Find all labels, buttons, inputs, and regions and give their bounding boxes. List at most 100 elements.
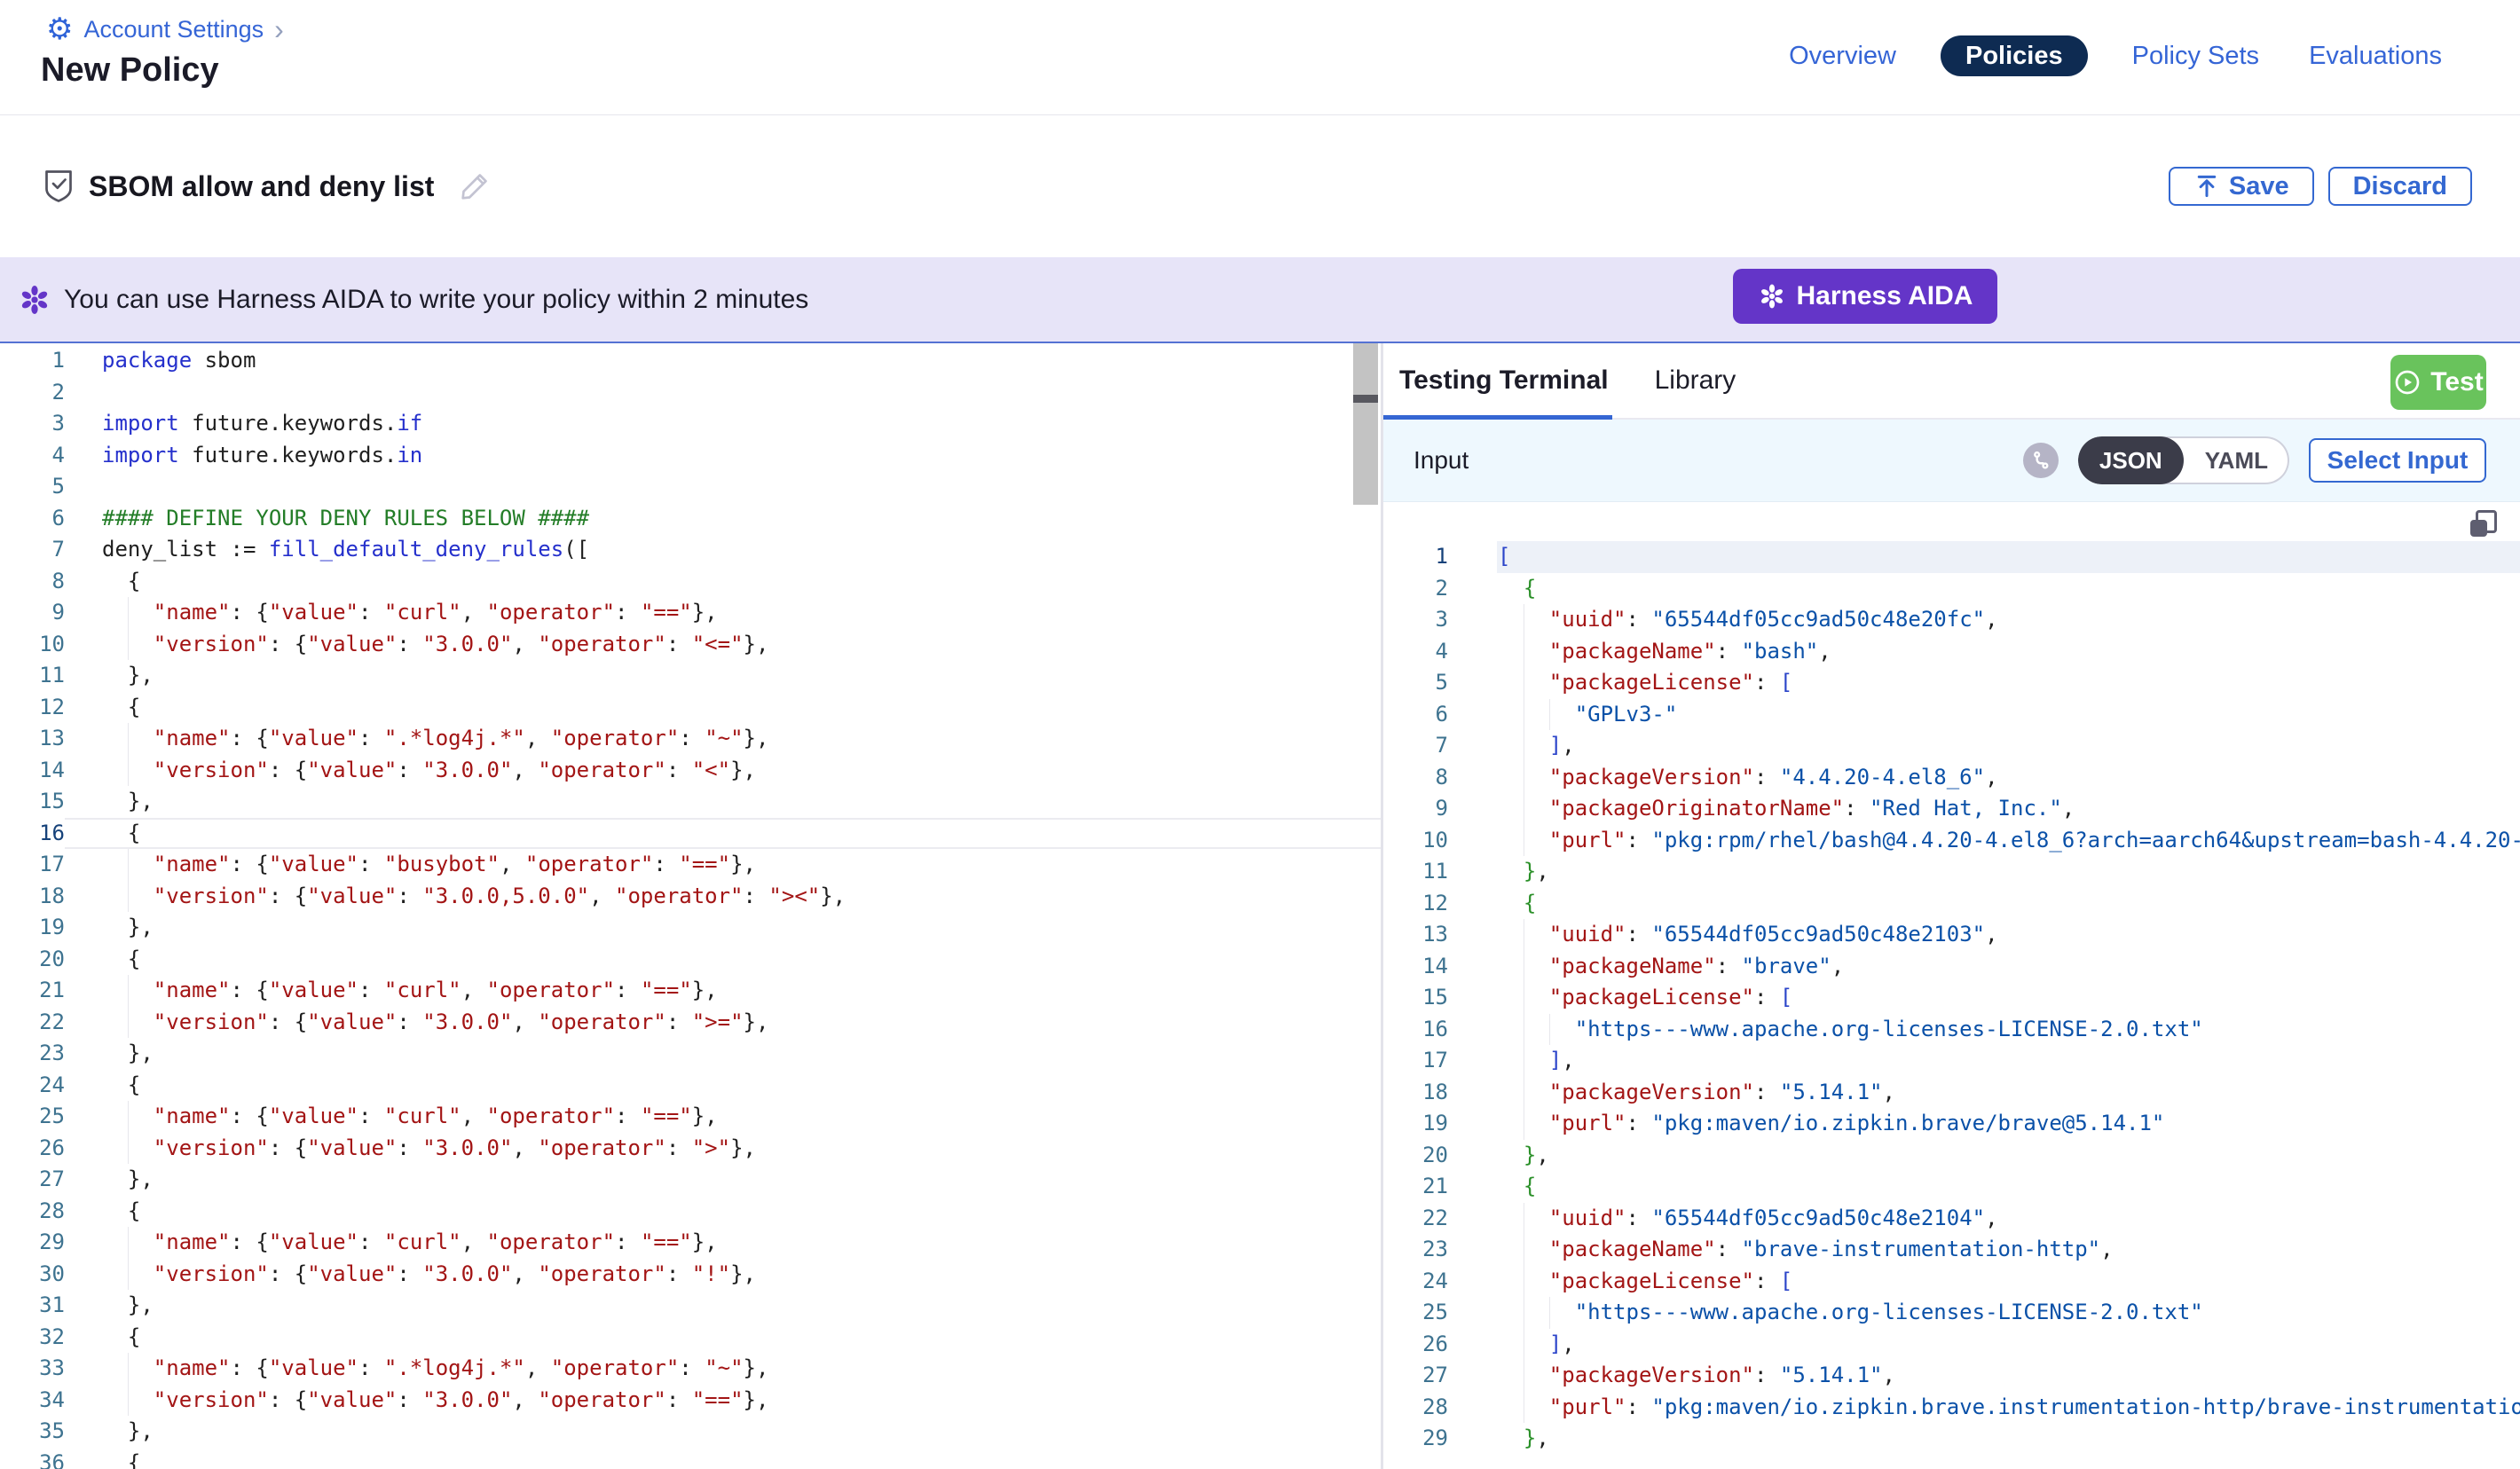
code-line-8[interactable]: 8 { [0,566,1381,598]
testing-tabs: Testing Terminal Library Test [1383,343,2520,420]
code-line-24[interactable]: 24 { [0,1070,1381,1102]
json-line-5[interactable]: 5 "packageLicense": [ [1383,667,2520,699]
code-line-25[interactable]: 25 "name": {"value": "curl", "operator":… [0,1101,1381,1133]
code-line-32[interactable]: 32 { [0,1322,1381,1354]
json-line-3[interactable]: 3 "uuid": "65544df05cc9ad50c48e20fc", [1383,604,2520,636]
code-line-13[interactable]: 13 "name": {"value": ".*log4j.*", "opera… [0,723,1381,755]
code-line-14[interactable]: 14 "version": {"value": "3.0.0", "operat… [0,755,1381,787]
json-line-9[interactable]: 9 "packageOriginatorName": "Red Hat, Inc… [1383,793,2520,825]
edit-pencil-icon[interactable] [457,169,492,204]
code-line-35[interactable]: 35 }, [0,1416,1381,1448]
json-line-17[interactable]: 17 ], [1383,1045,2520,1077]
code-line-7[interactable]: 7deny_list := fill_default_deny_rules([ [0,534,1381,566]
line-number: 4 [0,440,65,472]
line-number: 29 [1383,1423,1448,1455]
code-line-9[interactable]: 9 "name": {"value": "curl", "operator": … [0,597,1381,629]
line-number: 13 [0,723,65,755]
line-number: 27 [1383,1360,1448,1392]
code-line-11[interactable]: 11 }, [0,660,1381,692]
nav-tab-policies[interactable]: Policies [1941,35,2088,76]
json-line-10[interactable]: 10 "purl": "pkg:rpm/rhel/bash@4.4.20-4.e… [1383,825,2520,857]
format-toggle-yaml[interactable]: YAML [2184,436,2289,484]
code-line-16[interactable]: 16 { [0,818,1381,850]
json-line-21[interactable]: 21 { [1383,1171,2520,1203]
json-line-7[interactable]: 7 ], [1383,730,2520,762]
json-line-27[interactable]: 27 "packageVersion": "5.14.1", [1383,1360,2520,1392]
select-input-button[interactable]: Select Input [2309,438,2486,483]
copy-icon[interactable] [2470,510,2497,537]
code-line-34[interactable]: 34 "version": {"value": "3.0.0", "operat… [0,1385,1381,1417]
save-button[interactable]: Save [2169,167,2314,206]
code-line-26[interactable]: 26 "version": {"value": "3.0.0", "operat… [0,1133,1381,1165]
breadcrumb-account-settings-link[interactable]: Account Settings [83,16,264,43]
json-line-13[interactable]: 13 "uuid": "65544df05cc9ad50c48e2103", [1383,919,2520,951]
code-line-2[interactable]: 2 [0,377,1381,409]
json-line-2[interactable]: 2 { [1383,573,2520,605]
nav-tab-policy-sets[interactable]: Policy Sets [2127,42,2264,71]
code-line-6[interactable]: 6#### DEFINE YOUR DENY RULES BELOW #### [0,503,1381,535]
account-settings-gear-icon[interactable]: ⚙ [46,14,73,44]
line-number: 16 [1383,1014,1448,1046]
json-line-20[interactable]: 20 }, [1383,1140,2520,1172]
json-line-24[interactable]: 24 "packageLicense": [ [1383,1266,2520,1298]
code-line-28[interactable]: 28 { [0,1196,1381,1228]
json-line-11[interactable]: 11 }, [1383,856,2520,888]
code-line-22[interactable]: 22 "version": {"value": "3.0.0", "operat… [0,1007,1381,1039]
json-line-15[interactable]: 15 "packageLicense": [ [1383,982,2520,1014]
code-line-5[interactable]: 5 [0,471,1381,503]
json-line-23[interactable]: 23 "packageName": "brave-instrumentation… [1383,1234,2520,1266]
line-number: 20 [0,944,65,976]
json-line-19[interactable]: 19 "purl": "pkg:maven/io.zipkin.brave/br… [1383,1108,2520,1140]
json-line-25[interactable]: 25 "https---www.apache.org-licenses-LICE… [1383,1297,2520,1329]
json-line-16[interactable]: 16 "https---www.apache.org-licenses-LICE… [1383,1014,2520,1046]
json-line-28[interactable]: 28 "purl": "pkg:maven/io.zipkin.brave.in… [1383,1392,2520,1424]
policy-name: SBOM allow and deny list [89,170,434,203]
nav-tab-overview[interactable]: Overview [1784,42,1902,71]
code-line-15[interactable]: 15 }, [0,786,1381,818]
line-number: 1 [0,345,65,377]
code-line-21[interactable]: 21 "name": {"value": "curl", "operator":… [0,975,1381,1007]
scrollbar-thumb[interactable] [1353,343,1378,505]
json-line-18[interactable]: 18 "packageVersion": "5.14.1", [1383,1077,2520,1109]
json-line-6[interactable]: 6 "GPLv3-" [1383,699,2520,731]
policy-code-editor[interactable]: 1package sbom23import future.keywords.if… [0,343,1383,1469]
tab-library[interactable]: Library [1655,343,1736,418]
json-line-26[interactable]: 26 ], [1383,1329,2520,1361]
policy-code-lines: 1package sbom23import future.keywords.if… [0,345,1381,1469]
json-line-8[interactable]: 8 "packageVersion": "4.4.20-4.el8_6", [1383,762,2520,794]
input-json-editor[interactable]: 1[2 {3 "uuid": "65544df05cc9ad50c48e20fc… [1383,502,2520,1469]
code-line-23[interactable]: 23 }, [0,1038,1381,1070]
code-line-18[interactable]: 18 "version": {"value": "3.0.0,5.0.0", "… [0,881,1381,913]
code-line-36[interactable]: 36 { [0,1448,1381,1469]
line-number: 10 [1383,825,1448,857]
code-line-12[interactable]: 12 { [0,692,1381,724]
code-line-33[interactable]: 33 "name": {"value": ".*log4j.*", "opera… [0,1353,1381,1385]
nav-tab-evaluations[interactable]: Evaluations [2303,42,2447,71]
test-button[interactable]: Test [2390,355,2486,410]
code-line-30[interactable]: 30 "version": {"value": "3.0.0", "operat… [0,1259,1381,1291]
json-line-29[interactable]: 29 }, [1383,1423,2520,1455]
code-line-1[interactable]: 1package sbom [0,345,1381,377]
code-line-10[interactable]: 10 "version": {"value": "3.0.0", "operat… [0,629,1381,661]
discard-button[interactable]: Discard [2328,167,2472,206]
code-line-31[interactable]: 31 }, [0,1290,1381,1322]
harness-aida-button[interactable]: Harness AIDA [1733,269,1997,324]
line-number: 15 [0,786,65,818]
code-line-4[interactable]: 4import future.keywords.in [0,440,1381,472]
json-line-14[interactable]: 14 "packageName": "brave", [1383,951,2520,983]
json-line-4[interactable]: 4 "packageName": "bash", [1383,636,2520,668]
format-toggle-json[interactable]: JSON [2078,436,2184,484]
line-number: 28 [0,1196,65,1228]
code-line-29[interactable]: 29 "name": {"value": "curl", "operator":… [0,1227,1381,1259]
line-number: 19 [1383,1108,1448,1140]
code-line-19[interactable]: 19 }, [0,912,1381,944]
line-number: 11 [0,660,65,692]
json-line-12[interactable]: 12 { [1383,888,2520,920]
code-line-27[interactable]: 27 }, [0,1164,1381,1196]
tab-testing-terminal[interactable]: Testing Terminal [1399,343,1609,418]
json-line-1[interactable]: 1[ [1383,541,2520,573]
code-line-20[interactable]: 20 { [0,944,1381,976]
code-line-3[interactable]: 3import future.keywords.if [0,408,1381,440]
code-line-17[interactable]: 17 "name": {"value": "busybot", "operato… [0,849,1381,881]
json-line-22[interactable]: 22 "uuid": "65544df05cc9ad50c48e2104", [1383,1203,2520,1235]
